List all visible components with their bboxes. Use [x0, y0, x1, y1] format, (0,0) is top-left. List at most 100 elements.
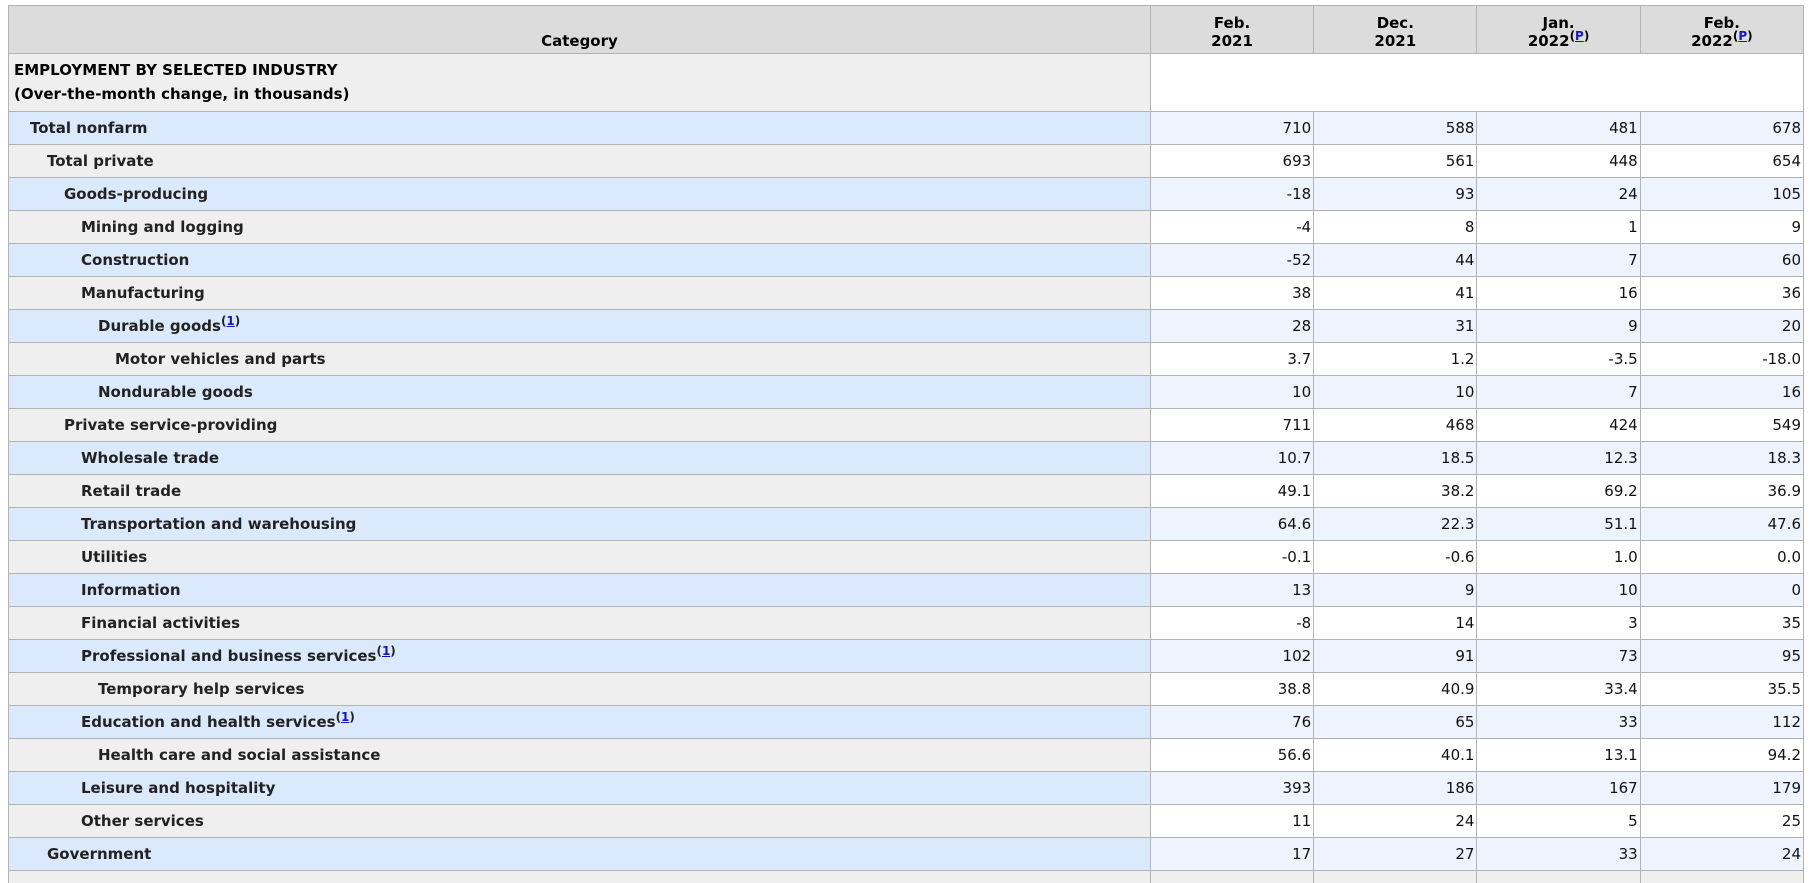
value-cell: -0.1 [1149, 540, 1315, 574]
value-cell: 24 [1313, 804, 1478, 838]
footnote-link[interactable]: 1 [382, 644, 390, 658]
value-cell: 65 [1313, 705, 1478, 739]
value-cell: 51.1 [1476, 507, 1641, 541]
table-row: Goods-producing -18 93 24 105 [8, 177, 1805, 211]
table-row: Total nonfarm 710 588 481 678 [8, 111, 1805, 145]
section-title-line2: (Over-the-month change, in thousands) [14, 85, 350, 103]
value-cell: 14 [1313, 606, 1478, 640]
cutoff-cell [8, 870, 1151, 883]
value-cell: 38.2 [1313, 474, 1478, 508]
value-cell: 35.5 [1639, 672, 1805, 706]
value-cell: 678 [1639, 111, 1805, 145]
cutoff-cell [1149, 870, 1315, 883]
row-label: Nondurable goods [98, 383, 253, 401]
row-label-cell: Education and health services(1) [8, 705, 1151, 739]
row-label: Health care and social assistance [98, 746, 381, 764]
footnote-link[interactable]: 1 [341, 710, 349, 724]
value-cell: 468 [1313, 408, 1478, 442]
row-label: Professional and business services [81, 647, 377, 665]
table-row: Professional and business services(1) 102… [8, 639, 1805, 673]
value-cell: 10 [1476, 573, 1641, 607]
table-row: Construction -52 44 7 60 [8, 243, 1805, 277]
row-label: Government [47, 845, 152, 863]
value-cell: 31 [1313, 309, 1478, 343]
row-label-cell: Wholesale trade [8, 441, 1151, 475]
category-column-header: Category [8, 5, 1151, 54]
value-cell: 112 [1639, 705, 1805, 739]
column-header-year: 2021 [1211, 32, 1253, 50]
value-cell: 710 [1149, 111, 1315, 145]
value-cell: 9 [1313, 573, 1478, 607]
value-cell: 10 [1149, 375, 1315, 409]
table-header: Category Feb. 2021 Dec. 2021 Jan. 2022(P… [8, 5, 1805, 54]
row-label: Temporary help services [98, 680, 305, 698]
value-cell: 1.0 [1476, 540, 1641, 574]
footnote-ref: (1) [220, 314, 241, 328]
table-row: Motor vehicles and parts 3.7 1.2 -3.5 -18.0 [8, 342, 1805, 376]
cutoff-cell [1313, 870, 1478, 883]
table-row: Temporary help services 38.8 40.9 33.4 35.5 [8, 672, 1805, 706]
value-cell: 17 [1149, 837, 1315, 871]
value-cell: -3.5 [1476, 342, 1641, 376]
value-cell: 40.9 [1313, 672, 1478, 706]
table-row: Total private 693 561 448 654 [8, 144, 1805, 178]
page: Category Feb. 2021 Dec. 2021 Jan. 2022(P… [0, 0, 1812, 883]
value-cell: 16 [1639, 375, 1805, 409]
value-cell: 36.9 [1639, 474, 1805, 508]
column-header-year: 2022 [1691, 32, 1733, 50]
preliminary-footnote-link[interactable]: P [1575, 29, 1584, 43]
value-cell: 9 [1639, 210, 1805, 244]
row-label-cell: Durable goods(1) [8, 309, 1151, 343]
value-cell: 18.3 [1639, 441, 1805, 475]
value-cell: 94.2 [1639, 738, 1805, 772]
row-label-cell: Temporary help services [8, 672, 1151, 706]
column-header-month: Dec. [1376, 14, 1414, 32]
table-row: Utilities -0.1 -0.6 1.0 0.0 [8, 540, 1805, 574]
value-cell: 13.1 [1476, 738, 1641, 772]
row-label-cell: Total private [8, 144, 1151, 178]
row-label: Durable goods [98, 317, 221, 335]
value-cell: 60 [1639, 243, 1805, 277]
value-cell: 588 [1313, 111, 1478, 145]
row-label: Leisure and hospitality [81, 779, 276, 797]
value-cell: 35 [1639, 606, 1805, 640]
value-cell: 36 [1639, 276, 1805, 310]
value-cell: 9 [1476, 309, 1641, 343]
row-label: Retail trade [81, 482, 182, 500]
row-label-cell: Private service-providing [8, 408, 1151, 442]
value-cell: -18 [1149, 177, 1315, 211]
value-cell: 91 [1313, 639, 1478, 673]
column-header-dec-2021: Dec. 2021 [1313, 5, 1478, 54]
value-cell: 7 [1476, 375, 1641, 409]
row-label-cell: Total nonfarm [8, 111, 1151, 145]
row-label-cell: Utilities [8, 540, 1151, 574]
value-cell: 105 [1639, 177, 1805, 211]
table-row: Financial activities -8 14 3 35 [8, 606, 1805, 640]
table-row: Transportation and warehousing 64.6 22.3 51… [8, 507, 1805, 541]
value-cell: 693 [1149, 144, 1315, 178]
value-cell: 186 [1313, 771, 1478, 805]
value-cell: 5 [1476, 804, 1641, 838]
row-label-cell: Transportation and warehousing [8, 507, 1151, 541]
value-cell: 13 [1149, 573, 1315, 607]
value-cell: 73 [1476, 639, 1641, 673]
value-cell: 40.1 [1313, 738, 1478, 772]
value-cell: 47.6 [1639, 507, 1805, 541]
section-blank-cell [1149, 53, 1805, 112]
row-label-cell: Government [8, 837, 1151, 871]
value-cell: 20 [1639, 309, 1805, 343]
row-label-cell: Motor vehicles and parts [8, 342, 1151, 376]
value-cell: -52 [1149, 243, 1315, 277]
row-label: Manufacturing [81, 284, 205, 302]
column-header-month: Feb. [1213, 14, 1251, 32]
footnote-link[interactable]: 1 [226, 314, 234, 328]
row-label-cell: Other services [8, 804, 1151, 838]
value-cell: 38.8 [1149, 672, 1315, 706]
row-label-cell: Health care and social assistance [8, 738, 1151, 772]
value-cell: 27 [1313, 837, 1478, 871]
row-label: Financial activities [81, 614, 241, 632]
value-cell: 33 [1476, 705, 1641, 739]
row-label: Motor vehicles and parts [115, 350, 326, 368]
preliminary-footnote-link[interactable]: P [1738, 29, 1747, 43]
row-label: Other services [81, 812, 204, 830]
